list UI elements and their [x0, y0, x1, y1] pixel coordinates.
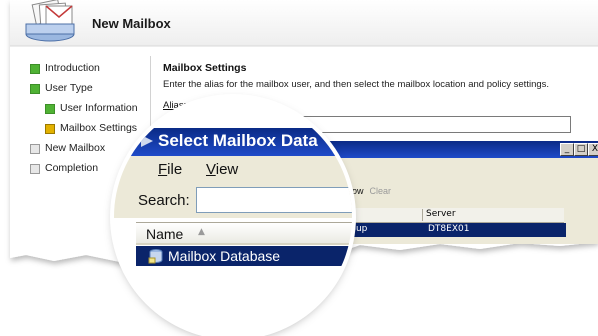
search-label: Search: — [138, 192, 190, 209]
step-label: User Type — [45, 82, 93, 94]
current-step-icon — [45, 124, 55, 134]
row-server-cell: DT8EX01 — [428, 224, 470, 234]
search-input[interactable] — [196, 187, 352, 213]
pending-step-icon — [30, 144, 40, 154]
menu-bar: File View — [114, 156, 352, 184]
magnified-dialog-titlebar: Select Mailbox Data — [114, 128, 352, 156]
section-description: Enter the alias for the mailbox user, an… — [163, 79, 550, 90]
table-row[interactable]: Group DT8EX01 — [340, 223, 566, 237]
table-row[interactable]: Mailbox Database — [136, 246, 352, 266]
completed-step-icon — [30, 84, 40, 94]
step-label: Introduction — [45, 62, 100, 74]
step-label: Completion — [45, 162, 99, 174]
pending-step-icon — [30, 164, 40, 174]
row-name-cell: Mailbox Database — [168, 248, 281, 264]
step-label: User Information — [60, 102, 138, 114]
section-title: Mailbox Settings — [163, 62, 247, 74]
close-button[interactable]: X — [588, 143, 598, 156]
column-header-name[interactable]: Name ▲ — [136, 222, 352, 245]
column-header-server[interactable]: Server — [426, 209, 456, 219]
dialog-app-icon — [141, 135, 153, 147]
clear-button[interactable]: Clear — [370, 186, 392, 196]
menu-view-label: View — [206, 161, 239, 178]
results-list: Name ▲ Mailbox Database — [114, 218, 352, 336]
menu-view[interactable]: View — [206, 161, 238, 178]
magnified-dialog-title: Select Mailbox Data — [158, 131, 318, 150]
completed-step-icon — [30, 64, 40, 74]
menu-file-label: File — [158, 161, 183, 178]
sort-ascending-icon: ▲ — [198, 227, 205, 237]
menu-file[interactable]: File — [158, 161, 182, 178]
step-label: New Mailbox — [45, 142, 106, 154]
magnifier-callout: Select Mailbox Data File View Search: Na… — [114, 98, 352, 336]
column-header-name-label: Name — [146, 226, 184, 242]
wizard-title: New Mailbox — [92, 16, 171, 31]
maximize-button[interactable]: □ — [574, 143, 588, 156]
minimize-button[interactable]: _ — [560, 143, 574, 156]
search-row: Search: — [114, 184, 352, 218]
column-separator[interactable] — [422, 209, 423, 221]
results-header: up Server — [340, 208, 564, 223]
database-icon — [148, 249, 163, 264]
mailbox-icon — [25, 0, 75, 42]
mailbox-settings-panel: Mailbox Settings Enter the alias for the… — [163, 62, 549, 111]
completed-step-icon — [45, 104, 55, 114]
